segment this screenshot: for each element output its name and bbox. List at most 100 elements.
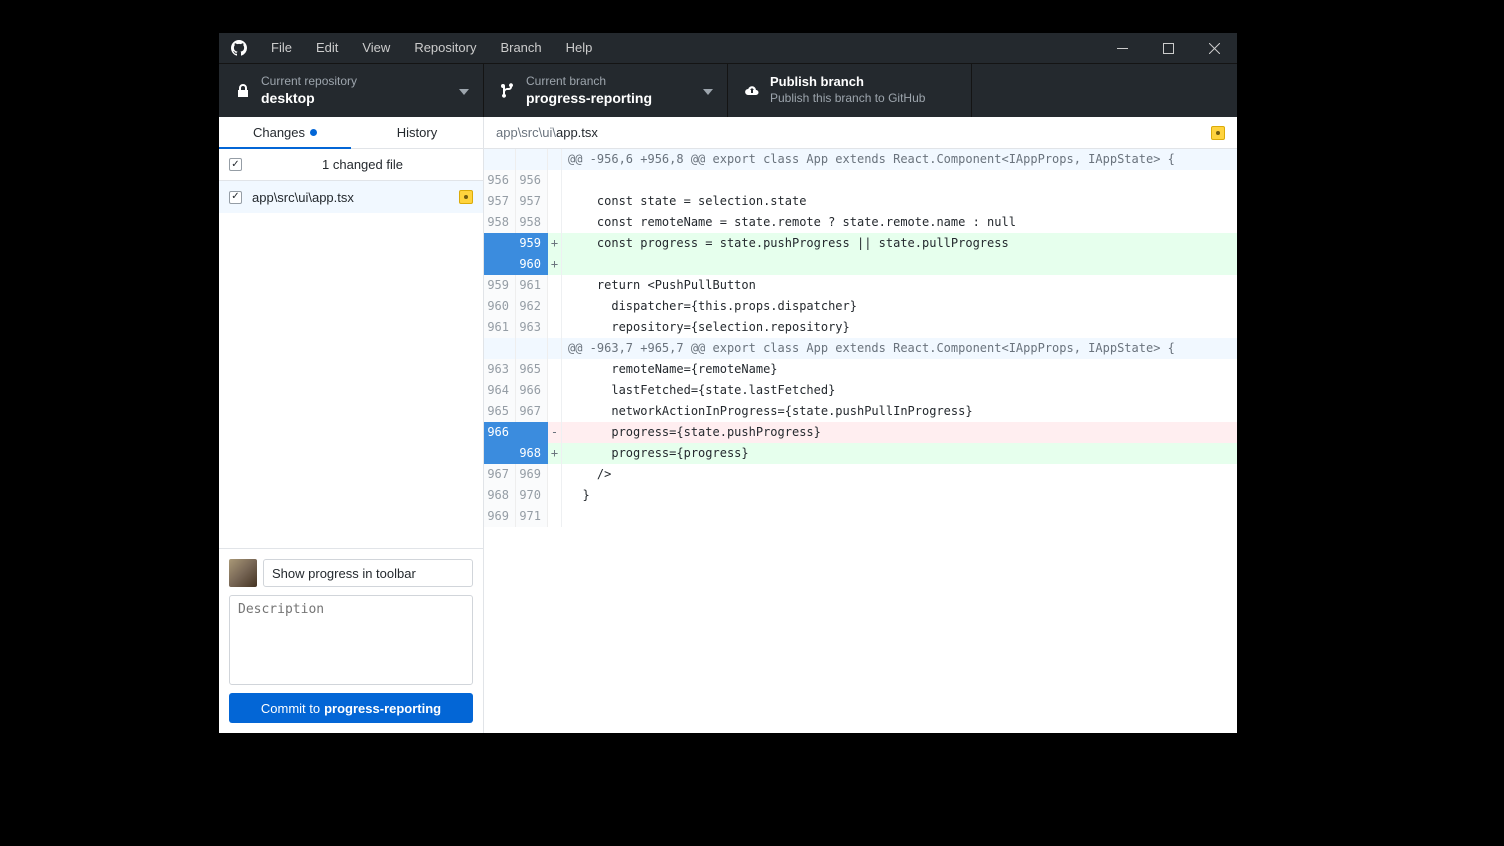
line-new: 968: [516, 443, 548, 464]
diff-line[interactable]: 959961 return <PushPullButton: [484, 275, 1237, 296]
lock-icon: [229, 83, 257, 99]
line-new: 971: [516, 506, 548, 527]
line-old: 961: [484, 317, 516, 338]
branch-icon: [494, 83, 522, 99]
diff-line[interactable]: 967969 />: [484, 464, 1237, 485]
line-old: 967: [484, 464, 516, 485]
line-marker: +: [548, 233, 562, 254]
commit-form: Commit to progress-reporting: [219, 548, 483, 733]
line-new: 961: [516, 275, 548, 296]
diff-line[interactable]: 956956: [484, 170, 1237, 191]
line-code: return <PushPullButton: [562, 275, 1237, 296]
commit-description-input[interactable]: [229, 595, 473, 685]
diff-line[interactable]: 963965 remoteName={remoteName}: [484, 359, 1237, 380]
diff-line[interactable]: 961963 repository={selection.repository}: [484, 317, 1237, 338]
diff-line[interactable]: 969971: [484, 506, 1237, 527]
diff-line[interactable]: 957957 const state = selection.state: [484, 191, 1237, 212]
diff-body[interactable]: @@ -956,6 +956,8 @@ export class App ext…: [484, 149, 1237, 733]
line-marker: +: [548, 254, 562, 275]
file-path: app\src\ui\app.tsx: [252, 190, 354, 205]
line-marker: [548, 359, 562, 380]
menu-item-file[interactable]: File: [259, 33, 304, 63]
line-old: 956: [484, 170, 516, 191]
line-old: 963: [484, 359, 516, 380]
line-marker: [548, 401, 562, 422]
line-new: [516, 338, 548, 359]
line-old: 966: [484, 422, 516, 443]
menu-item-repository[interactable]: Repository: [402, 33, 488, 63]
repo-selector[interactable]: Current repository desktop: [219, 64, 484, 117]
line-code: networkActionInProgress={state.pushPullI…: [562, 401, 1237, 422]
tab-changes[interactable]: Changes: [219, 117, 351, 149]
publish-button[interactable]: Publish branch Publish this branch to Gi…: [728, 64, 972, 117]
line-old: [484, 338, 516, 359]
line-new: 957: [516, 191, 548, 212]
toolbar: Current repository desktop Current branc…: [219, 63, 1237, 117]
line-marker: [548, 380, 562, 401]
line-marker: [548, 149, 562, 170]
branch-selector[interactable]: Current branch progress-reporting: [484, 64, 728, 117]
diff-file: app.tsx: [556, 125, 598, 140]
menu-item-view[interactable]: View: [350, 33, 402, 63]
line-old: [484, 149, 516, 170]
close-button[interactable]: [1191, 33, 1237, 63]
tab-history[interactable]: History: [351, 117, 483, 149]
line-code: dispatcher={this.props.dispatcher}: [562, 296, 1237, 317]
menu-item-edit[interactable]: Edit: [304, 33, 350, 63]
line-new: 963: [516, 317, 548, 338]
line-code: const state = selection.state: [562, 191, 1237, 212]
diff-line[interactable]: @@ -963,7 +965,7 @@ export class App ext…: [484, 338, 1237, 359]
line-code: [562, 170, 1237, 191]
line-new: 967: [516, 401, 548, 422]
commit-button[interactable]: Commit to progress-reporting: [229, 693, 473, 723]
line-new: 965: [516, 359, 548, 380]
changes-dot-icon: [310, 129, 317, 136]
diff-line[interactable]: 968+ progress={progress}: [484, 443, 1237, 464]
line-marker: [548, 275, 562, 296]
line-code: [562, 506, 1237, 527]
line-old: 964: [484, 380, 516, 401]
app-logo-icon: [219, 40, 259, 56]
line-old: 968: [484, 485, 516, 506]
line-old: 957: [484, 191, 516, 212]
menu-item-branch[interactable]: Branch: [488, 33, 553, 63]
line-marker: [548, 485, 562, 506]
titlebar: File Edit View Repository Branch Help: [219, 33, 1237, 63]
line-marker: [548, 296, 562, 317]
chevron-down-icon: [459, 83, 469, 98]
diff-line[interactable]: 968970 }: [484, 485, 1237, 506]
diff-line[interactable]: @@ -956,6 +956,8 @@ export class App ext…: [484, 149, 1237, 170]
diff-line[interactable]: 959+ const progress = state.pushProgress…: [484, 233, 1237, 254]
minimize-button[interactable]: [1099, 33, 1145, 63]
diff-line[interactable]: 960+: [484, 254, 1237, 275]
line-new: 959: [516, 233, 548, 254]
line-old: 959: [484, 275, 516, 296]
line-code: remoteName={remoteName}: [562, 359, 1237, 380]
diff-line[interactable]: 960962 dispatcher={this.props.dispatcher…: [484, 296, 1237, 317]
maximize-button[interactable]: [1145, 33, 1191, 63]
line-new: 956: [516, 170, 548, 191]
file-row[interactable]: app\src\ui\app.tsx: [219, 181, 483, 213]
tab-changes-label: Changes: [253, 125, 305, 140]
line-old: 969: [484, 506, 516, 527]
modified-badge-icon: [459, 190, 473, 204]
window-controls: [1099, 33, 1237, 63]
line-new: [516, 422, 548, 443]
menu-bar: File Edit View Repository Branch Help: [259, 33, 604, 63]
line-code: }: [562, 485, 1237, 506]
diff-header: app\src\ui\app.tsx: [484, 117, 1237, 149]
select-all-checkbox[interactable]: [229, 158, 242, 171]
chevron-down-icon: [703, 83, 713, 98]
file-checkbox[interactable]: [229, 191, 242, 204]
line-marker: [548, 506, 562, 527]
diff-line[interactable]: 966- progress={state.pushProgress}: [484, 422, 1237, 443]
line-code: const remoteName = state.remote ? state.…: [562, 212, 1237, 233]
diff-line[interactable]: 958958 const remoteName = state.remote ?…: [484, 212, 1237, 233]
diff-line[interactable]: 965967 networkActionInProgress={state.pu…: [484, 401, 1237, 422]
sidebar: Changes History 1 changed file app\src\u…: [219, 117, 484, 733]
diff-dir: app\src\ui\: [496, 125, 556, 140]
line-new: 958: [516, 212, 548, 233]
menu-item-help[interactable]: Help: [554, 33, 605, 63]
diff-line[interactable]: 964966 lastFetched={state.lastFetched}: [484, 380, 1237, 401]
commit-summary-input[interactable]: [263, 559, 473, 587]
